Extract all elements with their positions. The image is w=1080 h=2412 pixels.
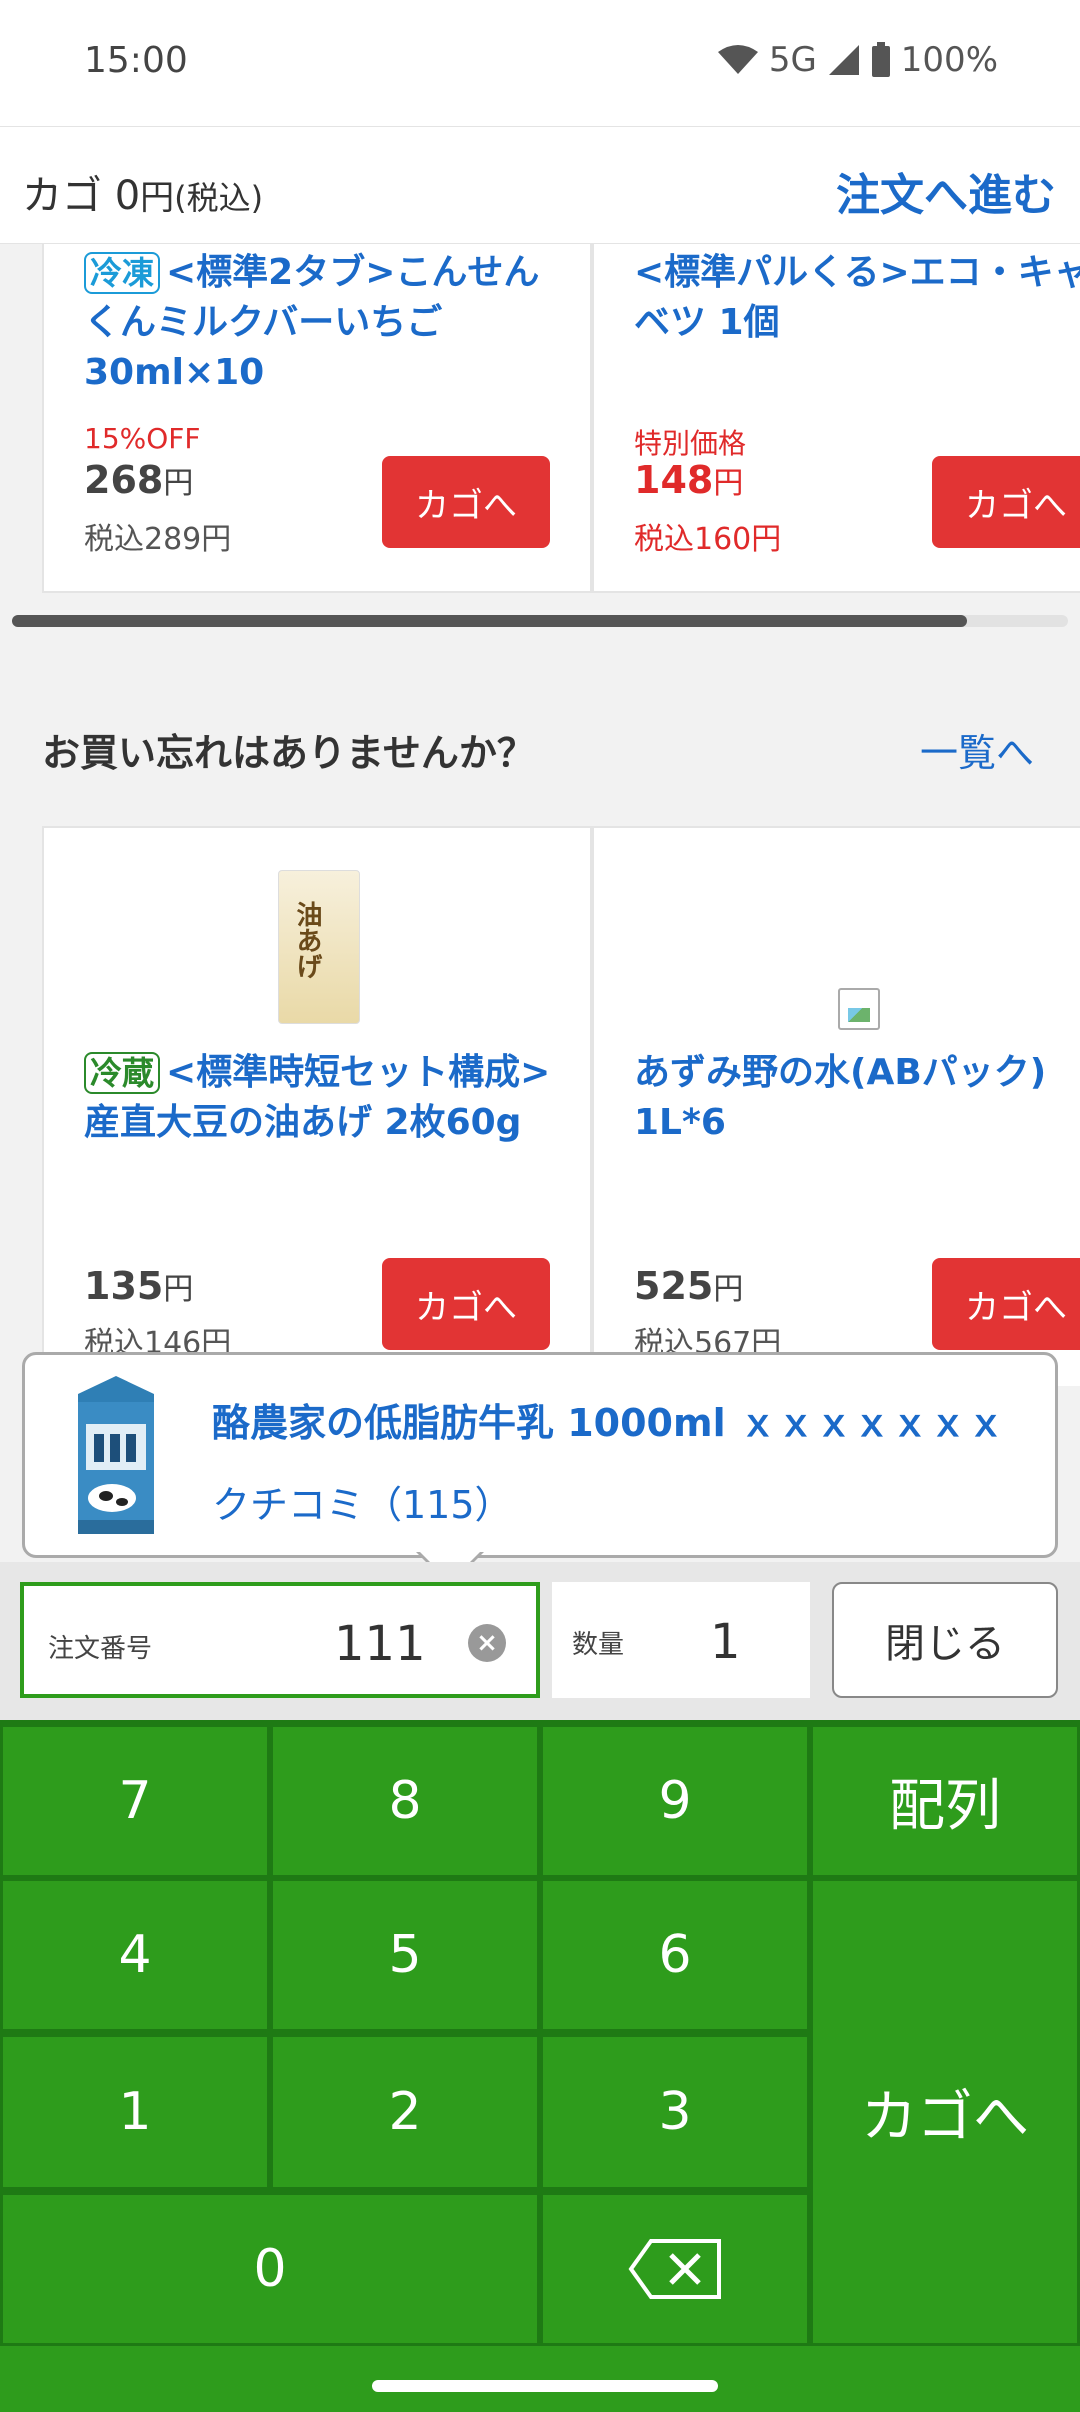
order-number-field[interactable]: 注文番号 111 ×: [20, 1582, 540, 1698]
product-price: 268円: [84, 458, 194, 502]
key-9[interactable]: 9: [543, 1727, 807, 1875]
order-number-label: 注文番号: [48, 1634, 153, 1664]
tax-included-price: 税込289円: [84, 522, 232, 557]
key-5[interactable]: 5: [273, 1881, 537, 2029]
forgot-items-carousel[interactable]: 油あげ 冷蔵 <標準時短セット構成>産直大豆の油あげ 2枚60g 135円 税込1…: [42, 826, 1080, 1386]
backspace-key[interactable]: [543, 2195, 807, 2343]
cart-header: カゴ 0円(税込) 注文へ進む: [0, 126, 1080, 244]
signal-icon: [828, 45, 859, 75]
product-price: 525円: [634, 1264, 744, 1308]
see-all-link[interactable]: 一覧へ: [920, 722, 1034, 777]
key-4[interactable]: 4: [3, 1881, 267, 2029]
broken-image-icon[interactable]: [838, 988, 880, 1030]
add-to-cart-button[interactable]: カゴへ: [382, 1258, 550, 1350]
product-name[interactable]: 冷蔵 <標準時短セット構成>産直大豆の油あげ 2枚60g: [84, 1048, 564, 1148]
add-to-cart-key[interactable]: カゴへ: [813, 1881, 1077, 2343]
cart-yen: 円: [140, 178, 175, 218]
cart-count: 0: [114, 173, 141, 219]
key-0[interactable]: 0: [3, 2195, 537, 2343]
promo-label: 特別価格: [634, 427, 747, 460]
add-to-cart-button[interactable]: カゴへ: [932, 456, 1080, 548]
scrollbar-thumb[interactable]: [12, 615, 967, 627]
milk-carton-image[interactable]: [72, 1372, 160, 1538]
product-image[interactable]: 油あげ: [278, 870, 360, 1024]
key-2[interactable]: 2: [273, 2037, 537, 2187]
status-time: 15:00: [84, 40, 188, 81]
popup-product-title[interactable]: 酪農家の低脂肪牛乳 1000ml ｘｘｘｘｘｘｘ: [212, 1392, 1012, 1447]
review-link[interactable]: クチコミ（115）: [212, 1474, 513, 1529]
quantity-value: 1: [710, 1614, 741, 1670]
product-card[interactable]: <標準パルくる>エコ・キャベツ 1個 特別価格 148円 税込160円 カゴへ: [592, 244, 1080, 593]
quantity-label: 数量: [572, 1630, 625, 1660]
add-to-cart-button[interactable]: カゴへ: [932, 1258, 1080, 1350]
key-7[interactable]: 7: [3, 1727, 267, 1875]
key-1[interactable]: 1: [3, 2037, 267, 2187]
product-card[interactable]: 冷凍 <標準2タブ>こんせんくんミルクバーいちご30ml×10 15%OFF 26…: [42, 244, 592, 593]
home-gesture-handle[interactable]: [372, 2380, 718, 2392]
product-name[interactable]: あずみ野の水(ABパック) 1L*6: [634, 1048, 1080, 1148]
product-price: 135円: [84, 1264, 194, 1308]
product-card[interactable]: あずみ野の水(ABパック) 1L*6 525円 税込567円 カゴへ: [592, 826, 1080, 1386]
network-label: 5G: [768, 40, 817, 80]
order-number-value: 111: [334, 1616, 426, 1672]
recommend-carousel[interactable]: 冷凍 <標準2タブ>こんせんくんミルクバーいちご30ml×10 15%OFF 26…: [42, 244, 1080, 593]
battery-percent: 100%: [900, 40, 998, 80]
navigation-bar: [0, 2346, 1080, 2412]
status-bar: 15:00 5G 100%: [0, 0, 1080, 126]
product-price: 148円: [634, 458, 744, 502]
add-to-cart-button[interactable]: カゴへ: [382, 456, 550, 548]
wifi-icon: [717, 45, 758, 74]
proceed-to-order-link[interactable]: 注文へ進む: [836, 159, 1056, 223]
cart-tax-note: (税込): [174, 179, 264, 217]
cart-summary[interactable]: カゴ 0円(税込): [22, 163, 263, 221]
key-6[interactable]: 6: [543, 1881, 807, 2029]
backspace-icon: [628, 2239, 721, 2299]
battery-icon: [871, 42, 890, 77]
product-preview-popup[interactable]: [22, 1352, 1058, 1558]
layout-key[interactable]: 配列: [813, 1727, 1077, 1875]
clear-icon[interactable]: ×: [468, 1624, 506, 1662]
frozen-tag: 冷凍: [84, 252, 161, 294]
close-button[interactable]: 閉じる: [832, 1582, 1058, 1698]
product-card[interactable]: 油あげ 冷蔵 <標準時短セット構成>産直大豆の油あげ 2枚60g 135円 税込1…: [42, 826, 592, 1386]
quantity-field[interactable]: 数量 1: [552, 1582, 810, 1698]
cart-label: カゴ: [22, 173, 102, 219]
tax-included-price: 税込160円: [634, 522, 782, 557]
product-name[interactable]: <標準パルくる>エコ・キャベツ 1個: [634, 248, 1080, 348]
product-name[interactable]: 冷凍 <標準2タブ>こんせんくんミルクバーいちご30ml×10: [84, 248, 564, 398]
key-3[interactable]: 3: [543, 2037, 807, 2187]
section-title: お買い忘れはありませんか？: [42, 731, 535, 775]
key-8[interactable]: 8: [273, 1727, 537, 1875]
status-icons: 5G 100%: [717, 40, 998, 80]
numeric-keypad: 7 8 9 配列 4 5 6 1 2 3 カゴへ 0: [0, 1720, 1080, 2346]
chilled-tag: 冷蔵: [84, 1052, 161, 1094]
promo-label: 15%OFF: [84, 422, 201, 455]
carousel-scrollbar[interactable]: [12, 615, 1068, 627]
